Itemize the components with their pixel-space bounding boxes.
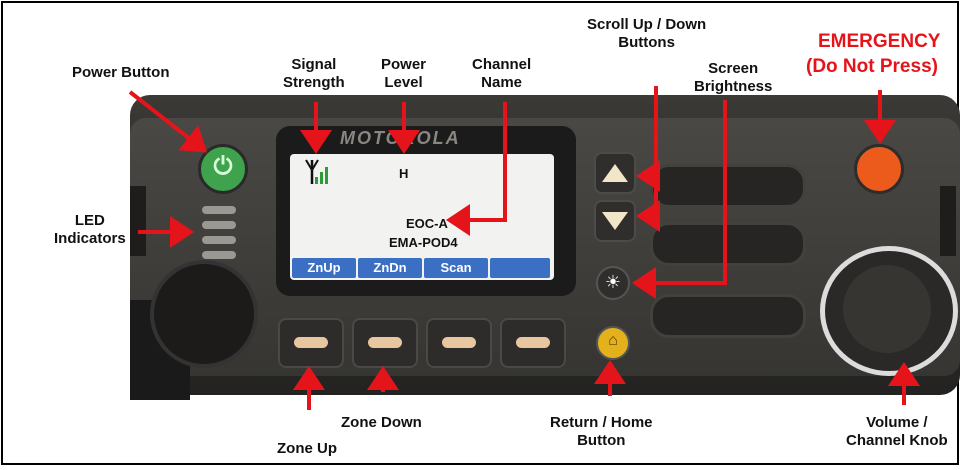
- label-zone-down: Zone Down: [341, 414, 422, 431]
- label-screen-brightness: Screen Brightness: [694, 60, 773, 95]
- arrow-scroll-down: [636, 176, 660, 232]
- arrow-brightness: [632, 100, 727, 299]
- label-power-level: Power Level: [381, 56, 427, 91]
- label-zone-up: Zone Up: [277, 440, 337, 457]
- arrow-scroll-up: [636, 86, 660, 192]
- label-channel-name: Channel Name: [472, 56, 532, 91]
- arrow-channel-name: [446, 102, 507, 236]
- arrow-power: [128, 90, 208, 153]
- label-signal-strength: Signal Strength: [283, 56, 345, 91]
- label-return-home: Return / Home Button: [550, 414, 653, 449]
- label-led-indicators: LED Indicators: [54, 212, 126, 247]
- label-volume-knob: Volume / Channel Knob: [846, 414, 948, 449]
- label-emergency: EMERGENCY: [818, 31, 941, 52]
- label-scroll-buttons: Scroll Up / Down Buttons: [587, 16, 707, 51]
- label-do-not-press: (Do Not Press): [806, 56, 938, 77]
- label-power-button: Power Button: [72, 64, 170, 81]
